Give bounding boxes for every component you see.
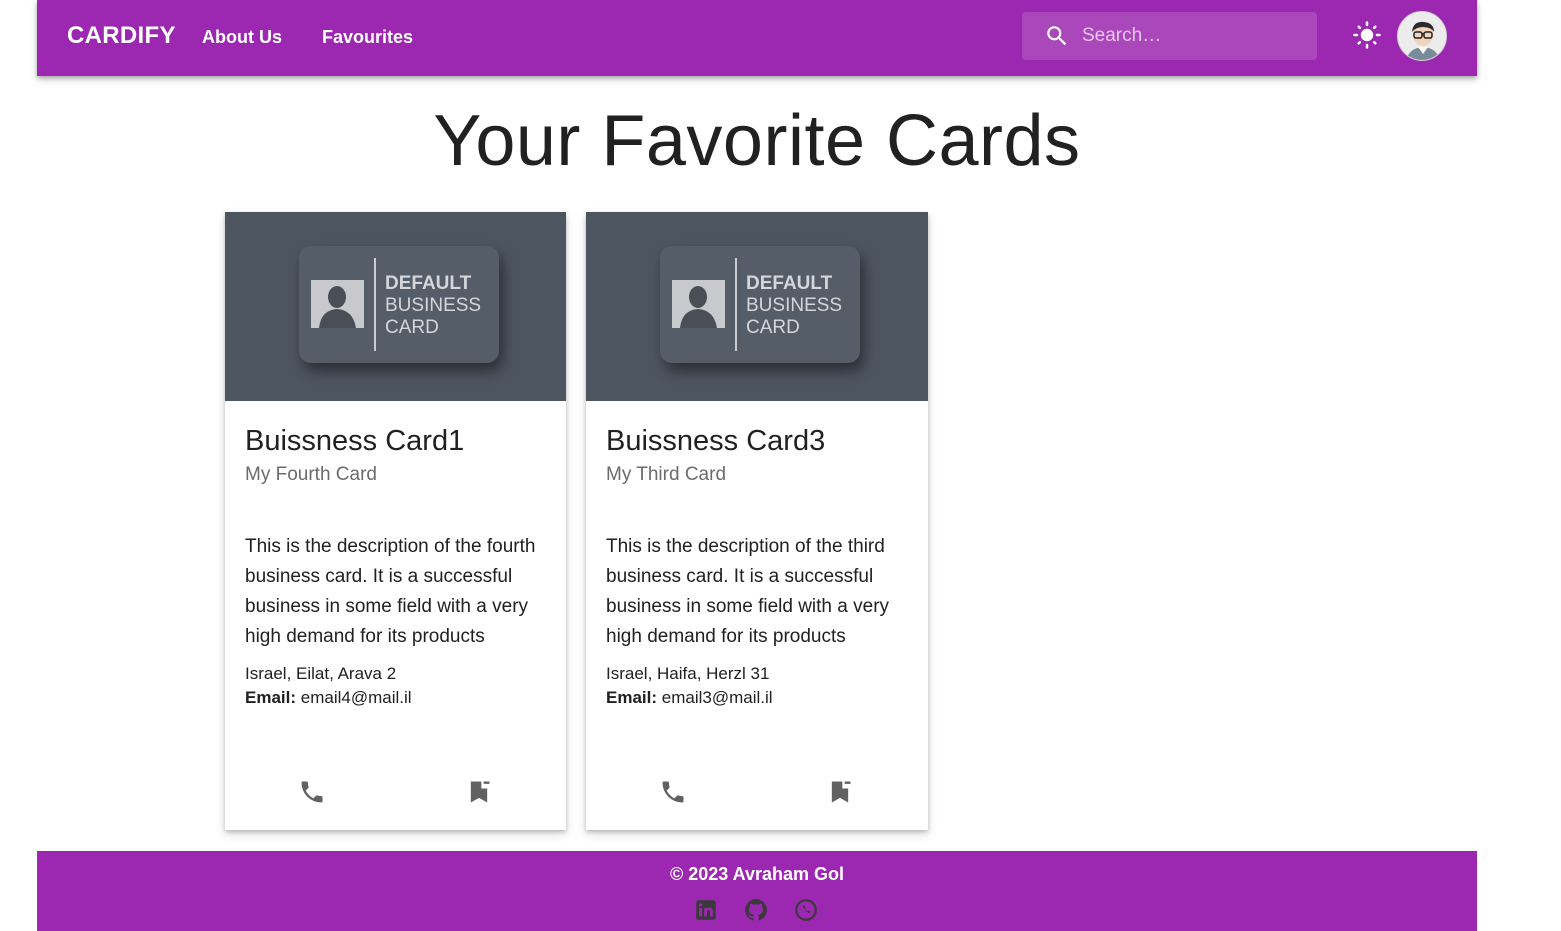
person-silhouette-icon (311, 280, 364, 328)
email-label: Email: (606, 688, 658, 707)
email-value: email4@mail.il (300, 688, 412, 707)
call-button[interactable] (655, 776, 691, 812)
github-icon[interactable] (743, 897, 769, 923)
footer: © 2023 Avraham Gol (37, 851, 1477, 931)
bookmark-remove-icon (826, 778, 854, 811)
email-value: email3@mail.il (661, 688, 773, 707)
user-avatar[interactable] (1397, 11, 1447, 61)
card-description: This is the description of the fourth bu… (245, 536, 536, 647)
bookmark-remove-button[interactable] (822, 776, 858, 812)
search-input[interactable] (1082, 25, 1302, 47)
card-divider (374, 258, 376, 351)
card-email-row: Email: email4@mail.il (245, 686, 546, 710)
card-title: Buissness Card3 (606, 425, 826, 457)
card-description: This is the description of the third bus… (606, 536, 890, 647)
search-box[interactable] (1022, 12, 1317, 60)
copyright-text: © 2023 Avraham Gol (669, 864, 844, 884)
phone-icon (659, 778, 687, 811)
app-bar: CARDIFY About Us Favourites (37, 0, 1477, 76)
card-image-text-line: DEFAULT (385, 273, 472, 294)
card-image-text-line: CARD (385, 317, 439, 338)
phone-icon (298, 778, 326, 811)
person-silhouette-icon (672, 280, 725, 328)
brand-logo[interactable]: CARDIFY (67, 22, 176, 50)
card-image-text-line: CARD (746, 317, 800, 338)
card-image: DEFAULT BUSINESS CARD (225, 212, 566, 401)
card-title: Buissness Card1 (245, 425, 465, 457)
card-actions (225, 776, 566, 812)
business-card[interactable]: DEFAULT BUSINESS CARD Buissness Card1 My… (225, 212, 566, 830)
bookmark-remove-button[interactable] (461, 776, 497, 812)
card-actions (586, 776, 928, 812)
linkedin-icon[interactable] (693, 897, 719, 923)
sun-icon (1352, 20, 1382, 55)
nav-link-favourites[interactable]: Favourites (322, 27, 413, 48)
business-card[interactable]: DEFAULT BUSINESS CARD Buissness Card3 My… (586, 212, 928, 830)
card-divider (735, 258, 737, 351)
card-image-text-line: DEFAULT (746, 273, 833, 294)
card-image-text-line: BUSINESS (746, 295, 843, 316)
card-address: Israel, Eilat, Arava 2 (245, 664, 397, 683)
default-business-card-graphic: DEFAULT BUSINESS CARD (660, 246, 860, 363)
card-email-row: Email: email3@mail.il (606, 686, 908, 710)
card-address: Israel, Haifa, Herzl 31 (606, 664, 770, 683)
card-subtitle: My Fourth Card (245, 464, 377, 485)
theme-toggle-button[interactable] (1350, 20, 1384, 54)
whatsapp-icon[interactable] (793, 897, 819, 923)
card-image-text-line: BUSINESS (385, 295, 482, 316)
page-title: Your Favorite Cards (433, 101, 1081, 181)
card-image: DEFAULT BUSINESS CARD (586, 212, 928, 401)
search-icon (1044, 23, 1070, 49)
card-subtitle: My Third Card (606, 464, 727, 485)
bookmark-remove-icon (465, 778, 493, 811)
nav-link-about-us[interactable]: About Us (202, 27, 282, 48)
email-label: Email: (245, 688, 297, 707)
call-button[interactable] (294, 776, 330, 812)
social-links (693, 897, 823, 927)
default-business-card-graphic: DEFAULT BUSINESS CARD (299, 246, 499, 363)
